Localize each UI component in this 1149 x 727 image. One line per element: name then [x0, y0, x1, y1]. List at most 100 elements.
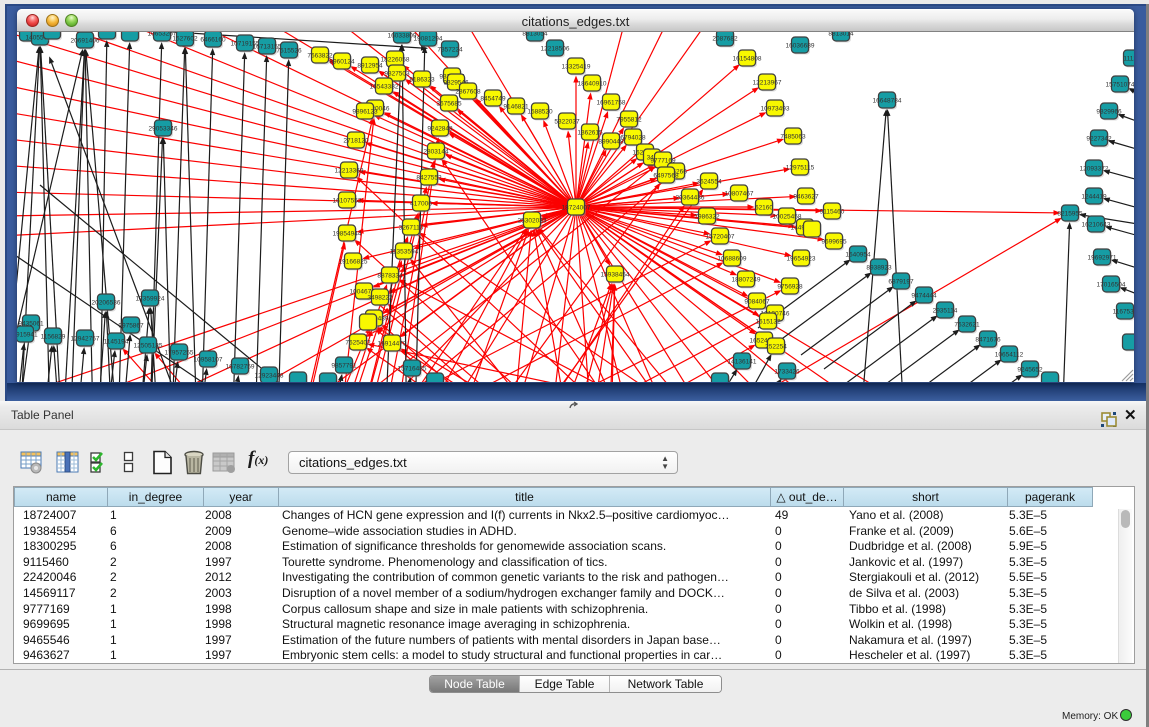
svg-text:7485063: 7485063: [780, 133, 806, 140]
svg-text:2803144: 2803144: [423, 148, 449, 155]
svg-text:9329966: 9329966: [1096, 108, 1122, 115]
svg-text:19166825: 19166825: [339, 258, 368, 265]
svg-text:19854944: 19854944: [333, 230, 362, 237]
svg-text:10973493: 10973493: [761, 105, 790, 112]
svg-text:2087682: 2087682: [712, 35, 738, 42]
svg-text:18807249: 18807249: [732, 276, 761, 283]
svg-text:10654112: 10654112: [995, 351, 1024, 358]
svg-text:9115460: 9115460: [820, 208, 845, 215]
svg-text:6466160: 6466160: [200, 36, 226, 43]
svg-text:20206536: 20206536: [92, 299, 121, 306]
svg-text:18226058: 18226058: [381, 56, 410, 63]
svg-text:7357224: 7357224: [437, 46, 463, 53]
svg-text:10688609: 10688609: [718, 255, 747, 262]
svg-text:14136141: 14136141: [728, 358, 757, 365]
svg-text:10807467: 10807467: [725, 190, 754, 197]
svg-text:13325419: 13325419: [562, 63, 591, 70]
svg-text:6879197: 6879197: [888, 278, 914, 285]
svg-text:16782759: 16782759: [226, 363, 255, 370]
svg-text:3267110: 3267110: [399, 224, 424, 231]
svg-text:5322037: 5322037: [554, 118, 580, 125]
svg-text:16648784: 16648784: [873, 97, 902, 104]
svg-text:12923448: 12923448: [255, 372, 284, 379]
svg-text:8960124: 8960124: [329, 58, 355, 65]
svg-text:15716485: 15716485: [398, 365, 427, 372]
svg-text:1244419: 1244419: [1081, 193, 1107, 200]
svg-text:417006: 417006: [410, 200, 432, 207]
svg-text:8813014: 8813014: [828, 32, 854, 37]
svg-text:19081294: 19081294: [414, 35, 443, 42]
svg-text:9857791: 9857791: [331, 362, 357, 369]
svg-text:11353594: 11353594: [390, 248, 419, 255]
svg-text:6794028: 6794028: [620, 134, 646, 141]
svg-text:9699695: 9699695: [821, 238, 847, 245]
svg-text:6497568: 6497568: [653, 172, 679, 179]
svg-text:19692971: 19692971: [1088, 254, 1117, 261]
svg-text:9896123: 9896123: [352, 108, 378, 115]
svg-text:1167534: 1167534: [1113, 308, 1134, 315]
svg-text:1615132: 1615132: [755, 318, 781, 325]
svg-text:16210643: 16210643: [1082, 221, 1111, 228]
svg-text:2935114: 2935114: [933, 307, 958, 314]
svg-text:15938454: 15938454: [601, 271, 630, 278]
svg-text:16961758: 16961758: [597, 99, 626, 106]
svg-text:8215955: 8215955: [1057, 210, 1083, 217]
svg-text:2718120: 2718120: [343, 137, 369, 144]
svg-text:9245652: 9245652: [1017, 366, 1043, 373]
svg-text:12213369: 12213369: [335, 167, 364, 174]
svg-text:8813054: 8813054: [522, 32, 548, 37]
svg-text:11123: 11123: [1123, 55, 1134, 62]
svg-text:25302033: 25302033: [518, 217, 547, 224]
svg-text:9463627: 9463627: [793, 193, 819, 200]
svg-text:20691406: 20691406: [71, 37, 100, 44]
svg-text:62160: 62160: [755, 204, 773, 211]
svg-text:1640954: 1640954: [845, 251, 871, 258]
svg-text:12942757: 12942757: [71, 335, 100, 342]
svg-text:9474444: 9474444: [911, 292, 937, 299]
svg-text:9756928: 9756928: [777, 283, 803, 290]
svg-text:15720407: 15720407: [706, 233, 735, 240]
svg-text:29053346: 29053346: [149, 125, 178, 132]
svg-text:8471676: 8471676: [975, 336, 1001, 343]
svg-text:1733426: 1733426: [774, 368, 800, 375]
svg-text:16543382: 16543382: [370, 83, 399, 90]
svg-text:20364436: 20364436: [676, 194, 705, 201]
svg-text:7986322: 7986322: [694, 213, 720, 220]
svg-text:9146821: 9146821: [503, 103, 529, 110]
svg-text:3675685: 3675685: [436, 100, 462, 107]
svg-text:1527602: 1527602: [172, 35, 198, 42]
svg-text:2867608: 2867608: [455, 88, 481, 95]
svg-text:10958107: 10958107: [194, 356, 223, 363]
svg-text:12213967: 12213967: [753, 79, 782, 86]
svg-text:12218506: 12218506: [541, 45, 570, 52]
svg-text:252254: 252254: [765, 343, 787, 350]
svg-text:3624554: 3624554: [696, 178, 722, 185]
svg-text:7625402: 7625402: [345, 339, 371, 346]
svg-text:9975867: 9975867: [118, 322, 144, 329]
svg-text:17016504: 17016504: [1097, 281, 1126, 288]
svg-text:9084067: 9084067: [744, 298, 770, 305]
svg-text:7515526: 7515526: [276, 47, 302, 54]
svg-text:1362615: 1362615: [577, 129, 603, 136]
svg-text:7632621: 7632621: [954, 321, 980, 328]
svg-text:1145194: 1145194: [104, 338, 129, 345]
svg-text:12093372: 12093372: [1080, 165, 1109, 172]
svg-text:8454749: 8454749: [480, 95, 506, 102]
svg-text:9242848: 9242848: [427, 125, 453, 132]
svg-text:12505135: 12505135: [134, 342, 163, 349]
svg-text:8878334: 8878334: [377, 272, 403, 279]
svg-text:18640910: 18640910: [578, 80, 607, 87]
svg-text:17957255: 17957255: [165, 349, 194, 356]
svg-text:8427552: 8427552: [416, 174, 442, 181]
svg-text:1156829: 1156829: [41, 333, 66, 340]
svg-text:12975115: 12975115: [786, 164, 815, 171]
svg-text:15751074: 15751074: [1106, 81, 1134, 88]
svg-text:17359924: 17359924: [136, 295, 165, 302]
svg-text:16914479: 16914479: [378, 340, 407, 347]
svg-text:16154808: 16154808: [733, 55, 762, 62]
svg-text:9227342: 9227342: [1086, 135, 1112, 142]
svg-text:16107552: 16107552: [333, 197, 362, 204]
svg-text:8938923: 8938923: [866, 264, 892, 271]
svg-text:8186323: 8186323: [409, 76, 435, 83]
svg-text:16033809: 16033809: [388, 32, 417, 39]
